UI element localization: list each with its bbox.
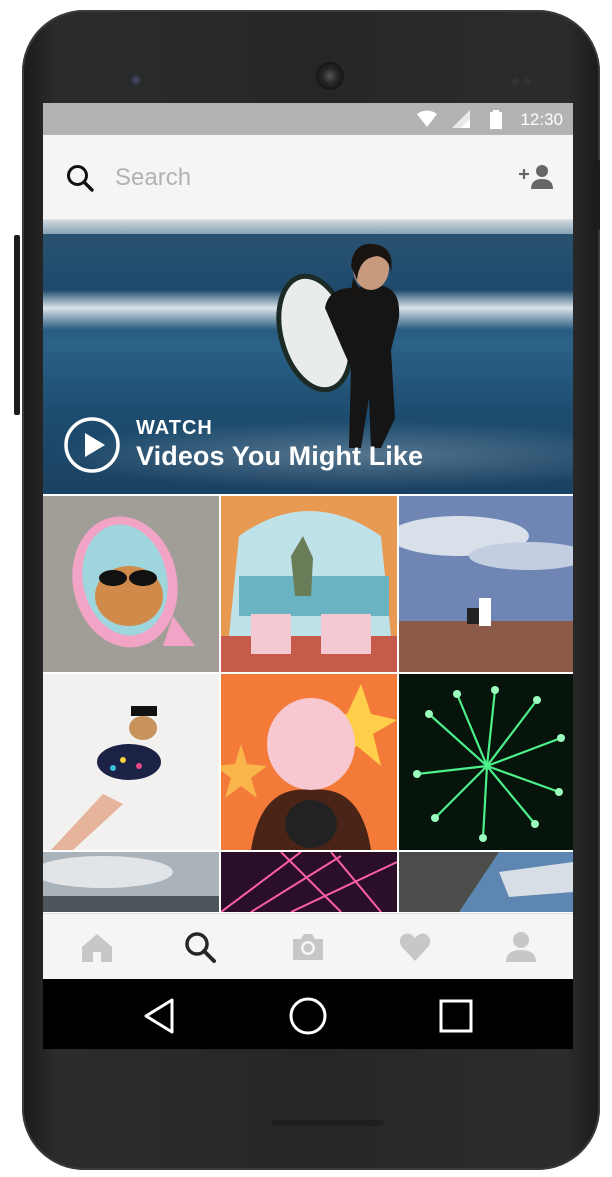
- volume-button: [14, 235, 20, 415]
- heart-icon[interactable]: [398, 930, 432, 964]
- profile-icon[interactable]: [504, 930, 538, 964]
- fireworks-image: [399, 674, 573, 850]
- power-button: [594, 160, 600, 230]
- grid-tile-fireworks[interactable]: [399, 674, 573, 850]
- wifi-icon: [417, 110, 437, 127]
- grid-tile-clouds[interactable]: [43, 852, 219, 912]
- android-navigation-bar: [43, 979, 573, 1049]
- home-icon[interactable]: [80, 930, 114, 964]
- sensor-dots: [512, 72, 548, 85]
- search-icon[interactable]: [183, 930, 217, 964]
- grid-tile-snowy-forest[interactable]: [399, 852, 573, 912]
- recents-icon[interactable]: [436, 996, 476, 1036]
- status-time: 12:30: [520, 110, 563, 129]
- signal-icon: [452, 110, 470, 128]
- grid-tile-cat-mirror[interactable]: [43, 496, 219, 672]
- status-bar: 12:30: [43, 103, 573, 135]
- dog-image: [43, 674, 219, 850]
- grid-tile-light-streaks[interactable]: [221, 852, 397, 912]
- proximity-sensor: [130, 74, 142, 86]
- canyon-image: [399, 496, 573, 672]
- grid-tile-dog[interactable]: [43, 674, 219, 850]
- home-circle-icon[interactable]: [288, 996, 328, 1036]
- camera-icon[interactable]: [291, 930, 325, 964]
- search-icon[interactable]: [65, 163, 95, 193]
- horizon: [43, 220, 573, 234]
- grid-tile-canyon[interactable]: [399, 496, 573, 672]
- snowy-forest-image: [399, 852, 573, 912]
- speaker-grille: [272, 1120, 384, 1126]
- search-input[interactable]: [113, 159, 497, 197]
- tent-view-image: [221, 496, 397, 672]
- light-streaks-image: [221, 852, 397, 912]
- screen: 12:30 WATCH Vi: [43, 103, 573, 1049]
- search-bar: [43, 135, 573, 220]
- clouds-image: [43, 852, 219, 912]
- add-person-icon[interactable]: [517, 163, 557, 191]
- battery-icon: [490, 110, 502, 129]
- watch-videos-banner[interactable]: WATCH Videos You Might Like: [43, 220, 573, 494]
- grid-tile-tent[interactable]: [221, 496, 397, 672]
- watch-title: Videos You Might Like: [136, 441, 424, 471]
- front-camera: [316, 62, 344, 90]
- cat-mirror-image: [43, 496, 219, 672]
- surfer-image: [276, 243, 400, 448]
- bottom-navigation: [43, 913, 573, 980]
- play-icon[interactable]: [63, 416, 121, 474]
- back-icon[interactable]: [140, 996, 180, 1036]
- cotton-candy-image: [221, 674, 397, 850]
- watch-label: WATCH: [136, 417, 213, 439]
- grid-tile-cotton-candy[interactable]: [221, 674, 397, 850]
